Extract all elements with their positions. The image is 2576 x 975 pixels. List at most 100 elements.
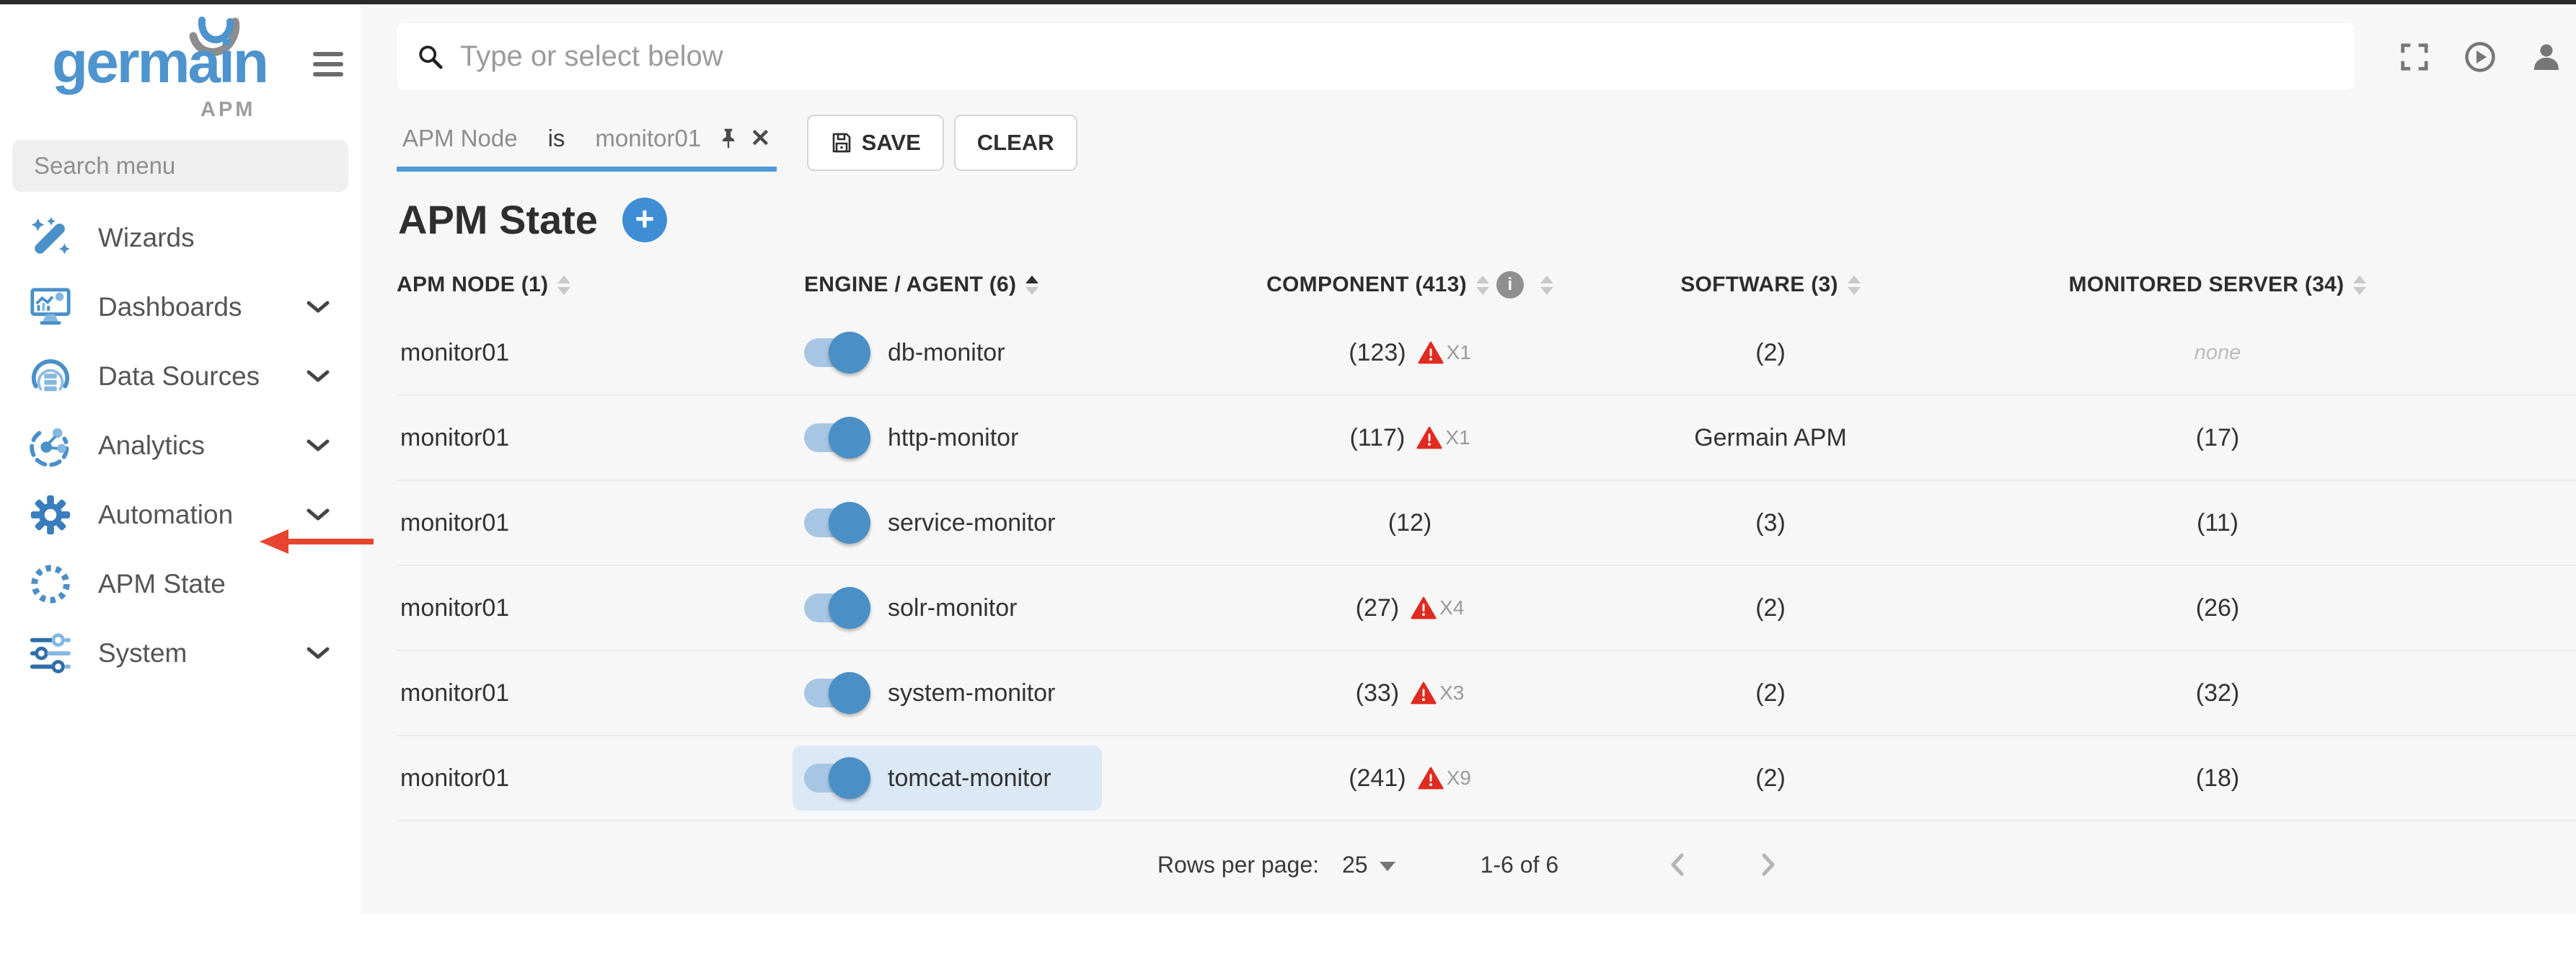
main-content: APM Node is monitor01 ✕	[361, 4, 2576, 975]
table-row: monitor01 solr-monitor (27)	[397, 566, 2576, 651]
sidebar-item-system[interactable]: System	[0, 619, 361, 688]
cell-component: (241) X9	[1244, 764, 1576, 793]
clear-button-label: CLEAR	[977, 130, 1054, 156]
table-header-row: APM NODE (1) ENGINE / AGENT (6) COMPONEN…	[397, 259, 2576, 311]
cell-component: (123) X1	[1244, 339, 1576, 367]
highlighted-agent-cell: tomcat-monitor	[793, 746, 1102, 811]
component-count: (117)	[1349, 424, 1405, 452]
warning-count: X1	[1445, 426, 1470, 449]
cell-apm-node: monitor01	[397, 424, 804, 452]
sort-icon	[557, 275, 570, 295]
chevron-down-icon	[306, 438, 330, 453]
content-footer-area	[361, 914, 2576, 975]
agent-enabled-toggle[interactable]	[804, 757, 866, 799]
dashed-circle-icon	[27, 561, 74, 607]
cell-engine-agent: http-monitor	[804, 405, 1244, 470]
warning-count: X9	[1447, 767, 1471, 790]
sort-icon	[1848, 275, 1861, 295]
save-button[interactable]: SAVE	[807, 115, 944, 171]
cell-monitored-server: (26)	[1965, 594, 2470, 622]
column-header-component[interactable]: COMPONENT (413) i	[1244, 271, 1576, 299]
column-header-monitored-server[interactable]: MONITORED SERVER (34)	[1965, 273, 2470, 297]
cell-apm-node: monitor01	[397, 509, 804, 537]
sidebar-nav: Wizards	[0, 203, 361, 688]
agent-enabled-toggle[interactable]	[804, 672, 866, 714]
fullscreen-icon[interactable]	[2399, 42, 2430, 72]
agent-name: db-monitor	[888, 339, 1005, 367]
column-header-label: MONITORED SERVER (34)	[2069, 273, 2345, 297]
sidebar-item-label: Data Sources	[98, 361, 260, 392]
warning-badge: X4	[1411, 596, 1464, 620]
pin-icon[interactable]	[717, 126, 740, 151]
global-search-input[interactable]	[460, 40, 2334, 73]
sidebar-item-label: Dashboards	[98, 292, 242, 322]
gear-icon	[27, 492, 74, 538]
component-count: (123)	[1349, 339, 1406, 367]
column-header-apm-node[interactable]: APM NODE (1)	[397, 273, 804, 297]
pagination-range: 1-6 of 6	[1481, 852, 1559, 878]
agent-enabled-toggle[interactable]	[804, 587, 866, 629]
column-header-label: APM NODE (1)	[397, 273, 548, 297]
agent-enabled-toggle[interactable]	[804, 502, 866, 544]
warning-badge: X1	[1416, 426, 1470, 450]
dashboard-monitor-icon	[27, 284, 74, 330]
clear-button[interactable]: CLEAR	[954, 115, 1077, 171]
cell-engine-agent: system-monitor	[804, 661, 1244, 725]
table-row: monitor01 service-monitor (12)	[397, 481, 2576, 566]
sidebar-item-analytics[interactable]: Analytics	[0, 411, 361, 480]
sliders-icon	[27, 630, 74, 676]
menu-search-input[interactable]	[12, 140, 348, 192]
warning-triangle-icon	[1416, 426, 1442, 450]
column-header-engine-agent[interactable]: ENGINE / AGENT (6)	[804, 273, 1244, 297]
brand-logo: germain APM	[0, 4, 361, 133]
filter-value: monitor01	[595, 125, 701, 152]
sidebar-item-apm-state[interactable]: APM State	[0, 550, 361, 619]
column-header-label: COMPONENT (413)	[1266, 273, 1467, 297]
info-icon[interactable]: i	[1496, 271, 1524, 299]
sort-icon	[2353, 275, 2366, 295]
sort-icon	[1476, 275, 1489, 295]
rows-per-page-label: Rows per page:	[1157, 852, 1319, 878]
chevron-down-icon	[306, 369, 330, 384]
warning-count: X4	[1439, 596, 1464, 619]
close-icon[interactable]: ✕	[750, 126, 771, 151]
rows-per-page-select[interactable]: 25	[1342, 852, 1395, 878]
sidebar: germain APM Wizards	[0, 4, 361, 975]
cell-monitored-server: (32)	[1965, 679, 2470, 707]
agent-name: system-monitor	[888, 679, 1055, 707]
cell-monitored-server: (18)	[1965, 764, 2470, 793]
sort-asc-icon	[1025, 275, 1038, 295]
component-count: (241)	[1349, 764, 1406, 793]
table-row: monitor01 db-monitor (123)	[397, 311, 2576, 396]
chevron-down-icon	[306, 300, 330, 314]
sort-icon	[1540, 275, 1553, 295]
previous-page-button[interactable]	[1667, 850, 1688, 879]
filter-chip[interactable]: APM Node is monitor01 ✕	[397, 115, 777, 172]
user-icon[interactable]	[2531, 41, 2562, 73]
cell-software: (3)	[1576, 509, 1965, 537]
warning-triangle-icon	[1418, 341, 1444, 365]
add-button[interactable]: +	[622, 198, 667, 242]
column-header-label: ENGINE / AGENT (6)	[804, 273, 1016, 297]
brand-name: germain	[52, 33, 267, 92]
brand-sub: APM	[200, 98, 255, 122]
sidebar-item-data-sources[interactable]: Data Sources	[0, 342, 361, 411]
table-row: monitor01 system-monitor (33)	[397, 651, 2576, 736]
warning-count: X3	[1439, 681, 1464, 705]
cell-software: (2)	[1576, 679, 1965, 707]
dropdown-caret-icon	[1380, 862, 1395, 871]
agent-enabled-toggle[interactable]	[804, 417, 866, 459]
sidebar-item-wizards[interactable]: Wizards	[0, 203, 361, 273]
save-button-label: SAVE	[862, 130, 921, 156]
warning-badge: X3	[1411, 681, 1464, 705]
agent-name: service-monitor	[888, 509, 1055, 537]
column-header-software[interactable]: SOFTWARE (3)	[1576, 273, 1965, 297]
cell-component: (27) X4	[1244, 594, 1576, 622]
component-count: (27)	[1356, 594, 1399, 622]
sidebar-item-label: Automation	[98, 500, 233, 530]
play-circle-icon[interactable]	[2464, 41, 2496, 73]
agent-enabled-toggle[interactable]	[804, 332, 866, 374]
sidebar-item-dashboards[interactable]: Dashboards	[0, 273, 361, 342]
next-page-button[interactable]	[1757, 850, 1779, 879]
cell-monitored-server: (17)	[1965, 424, 2470, 452]
